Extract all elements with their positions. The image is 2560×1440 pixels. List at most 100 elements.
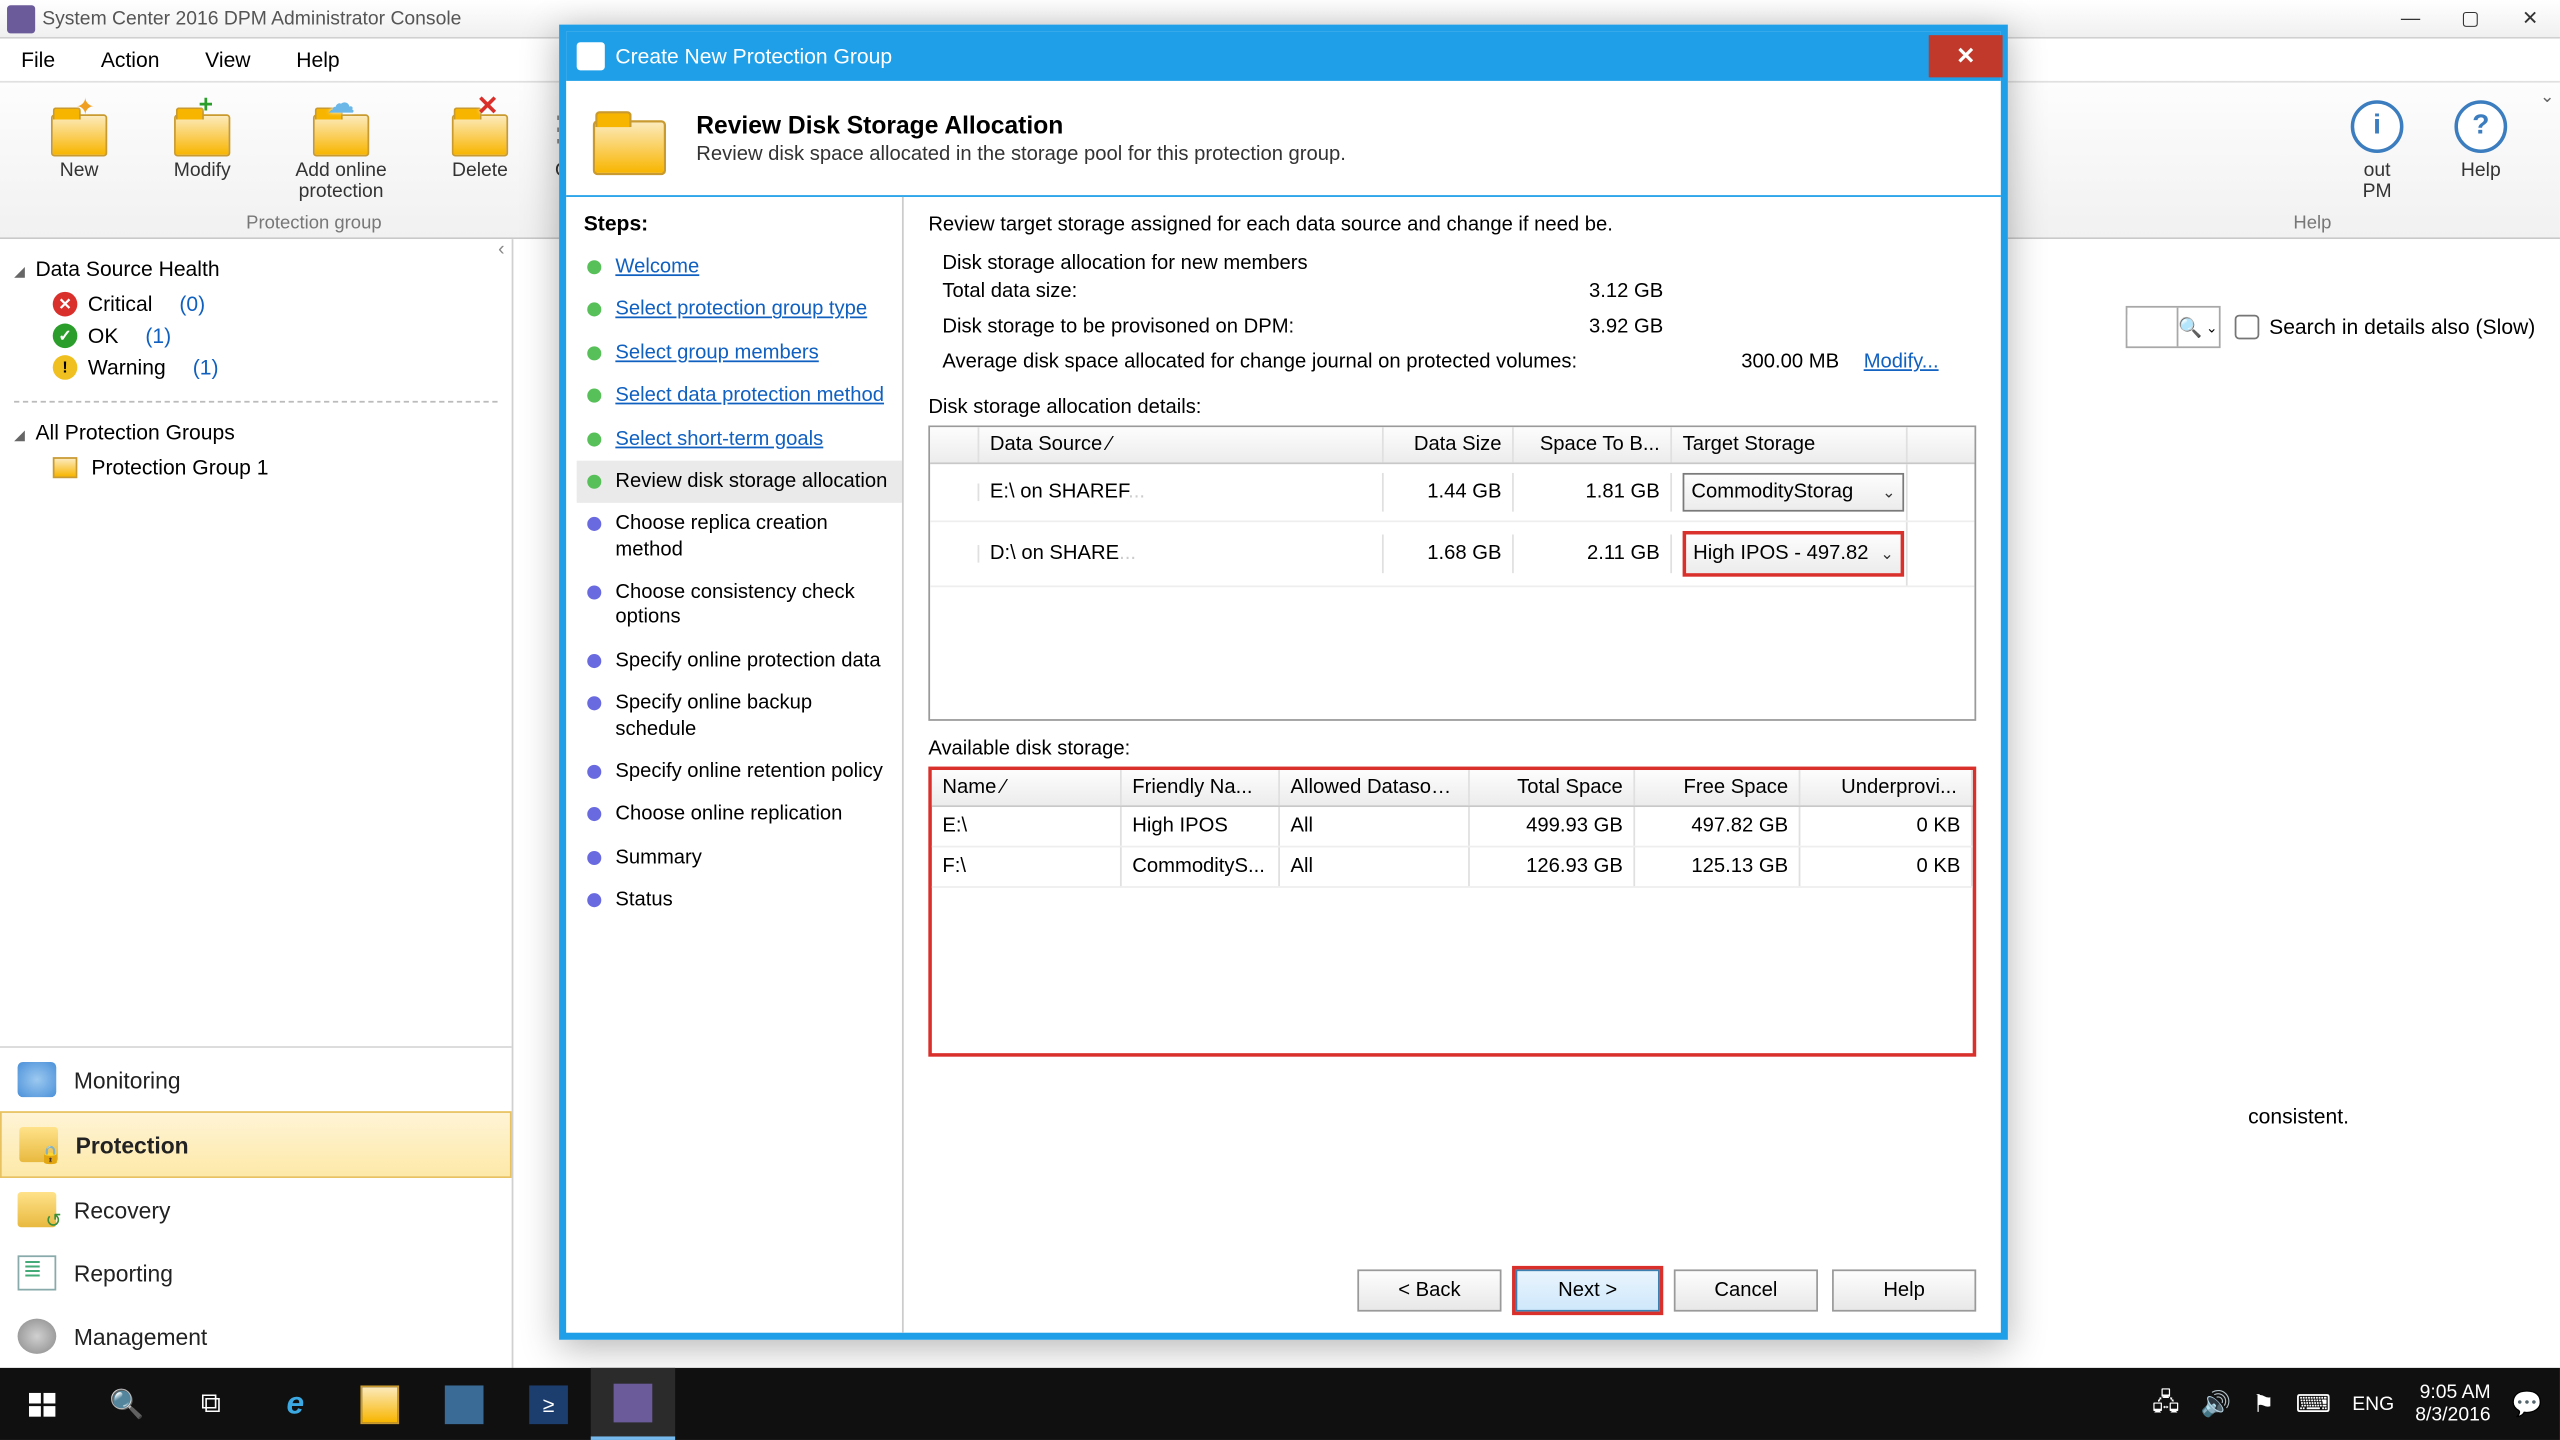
tree-data-source-health[interactable]: Data Source Health (14, 257, 498, 282)
toolbar-delete-button[interactable]: ✕ Delete (418, 90, 541, 181)
back-button[interactable]: < Back (1357, 1269, 1501, 1311)
step-3[interactable]: Select data protection method (577, 375, 902, 418)
modify-link[interactable]: Modify... (1864, 352, 1939, 373)
health-warning-row[interactable]: ! Warning (1) (14, 352, 498, 384)
step-1[interactable]: Select protection group type (577, 289, 902, 332)
toolbar-about-button-cut[interactable]: i out PM (2335, 90, 2419, 203)
nav-management[interactable]: Management (0, 1305, 512, 1368)
start-button[interactable] (0, 1368, 84, 1440)
step-bullet-icon (587, 654, 601, 668)
menu-help[interactable]: Help (289, 44, 346, 76)
tray-volume-icon[interactable]: 🔊 (2201, 1389, 2232, 1419)
x-icon: ✕ (476, 90, 498, 122)
nav-reporting[interactable]: Reporting (0, 1241, 512, 1304)
tray-keyboard-icon[interactable]: ⌨ (2296, 1389, 2332, 1419)
management-icon (18, 1319, 57, 1354)
col-underprov[interactable]: Underprovi... (1800, 770, 1972, 805)
col-target-storage[interactable]: Target Storage (1672, 427, 1908, 462)
powershell-icon: ≥ (529, 1385, 568, 1424)
avail-row-1[interactable]: F:\CommodityS...All126.93 GB125.13 GB0 K… (932, 847, 1973, 887)
row-avg-journal: Average disk space allocated for change … (942, 345, 1976, 380)
star-icon: ✦ (76, 93, 95, 121)
dialog-main: Review target storage assigned for each … (904, 197, 2001, 1333)
health-ok-row[interactable]: ✓ OK (1) (14, 320, 498, 352)
tray-flag-icon[interactable]: ⚑ (2252, 1389, 2274, 1419)
col-blank[interactable] (930, 427, 979, 462)
col-free-space[interactable]: Free Space (1635, 770, 1800, 805)
col-total-space[interactable]: Total Space (1470, 770, 1635, 805)
taskbar-powershell-button[interactable]: ≥ (506, 1368, 590, 1440)
target-storage-select[interactable]: CommodityStorag⌄ (1683, 473, 1905, 512)
toolbar-help-button[interactable]: ? Help (2419, 90, 2542, 203)
step-bullet-icon (587, 260, 601, 274)
taskbar-dpm-button[interactable] (591, 1368, 675, 1440)
info-icon: i (2351, 100, 2404, 153)
details-row-0[interactable]: E:\ on SHAREF...1.44 GB1.81 GBCommodityS… (930, 464, 1974, 522)
col-name[interactable]: Name ⁄ (932, 770, 1122, 805)
tray-clock[interactable]: 9:05 AM8/3/2016 (2415, 1382, 2490, 1426)
taskbar-explorer-button[interactable] (338, 1368, 422, 1440)
cancel-button[interactable]: Cancel (1674, 1269, 1818, 1311)
step-bullet-icon (587, 303, 601, 317)
nav-protection[interactable]: Protection (0, 1111, 512, 1178)
nav-collapse-icon[interactable]: ‹ (498, 239, 504, 260)
protection-group-1[interactable]: Protection Group 1 (14, 452, 498, 484)
folder-icon (593, 119, 666, 174)
nav-monitoring[interactable]: Monitoring (0, 1048, 512, 1111)
chevron-down-icon: ⌄ (1882, 483, 1895, 502)
intro-text: Review target storage assigned for each … (928, 215, 1976, 236)
taskview-icon: ⧉ (201, 1388, 221, 1420)
help-button[interactable]: Help (1832, 1269, 1976, 1311)
nav-recovery[interactable]: Recovery (0, 1178, 512, 1241)
window-minimize-button[interactable]: — (2381, 0, 2441, 38)
col-allowed[interactable]: Allowed Datasou... (1280, 770, 1470, 805)
dialog-close-button[interactable]: ✕ (1929, 34, 2003, 76)
tray-language[interactable]: ENG (2352, 1393, 2394, 1414)
window-title: System Center 2016 DPM Administrator Con… (42, 8, 461, 29)
step-5: Review disk storage allocation (577, 460, 902, 503)
health-critical-row[interactable]: ✕ Critical (0) (14, 288, 498, 320)
toolbar-new-button[interactable]: ✦ New (18, 90, 141, 181)
taskbar-server-manager-button[interactable] (422, 1368, 506, 1440)
tray-network-icon[interactable]: 🖧 (2152, 1383, 2179, 1425)
step-2[interactable]: Select group members (577, 332, 902, 375)
step-4[interactable]: Select short-term goals (577, 418, 902, 461)
step-0[interactable]: Welcome (577, 246, 902, 289)
taskbar-taskview-button[interactable]: ⧉ (169, 1368, 253, 1440)
search-input[interactable] (2127, 315, 2176, 340)
available-storage-grid: Name ⁄ Friendly Na... Allowed Datasou...… (928, 767, 1976, 1057)
menu-view[interactable]: View (198, 44, 257, 76)
dialog-header: Review Disk Storage Allocation Review di… (566, 81, 2001, 197)
window-maximize-button[interactable]: ▢ (2440, 0, 2500, 38)
plus-icon: + (199, 90, 213, 118)
target-storage-select[interactable]: High IPOS - 497.82⌄ (1683, 531, 1905, 577)
search-details-checkbox[interactable]: Search in details also (Slow) (2234, 315, 2535, 340)
menu-action[interactable]: Action (94, 44, 167, 76)
col-data-size[interactable]: Data Size (1384, 427, 1514, 462)
tree-all-protection-groups[interactable]: All Protection Groups (14, 420, 498, 445)
toolbar-modify-button[interactable]: + Modify (141, 90, 264, 181)
taskbar-ie-button[interactable]: e (253, 1368, 337, 1440)
search-icon: 🔍 (109, 1386, 144, 1421)
search-box[interactable]: 🔍⌄ (2125, 306, 2220, 348)
ribbon-collapse-icon[interactable]: ⌄ (2540, 88, 2555, 107)
menu-file[interactable]: File (14, 44, 62, 76)
left-nav: ‹ Data Source Health ✕ Critical (0) ✓ OK… (0, 239, 513, 1368)
chevron-down-icon: ⌄ (1880, 544, 1893, 563)
col-space-to-be[interactable]: Space To B... (1514, 427, 1672, 462)
dialog-titlebar[interactable]: Create New Protection Group ✕ (566, 32, 2001, 81)
toolbar-add-online-button[interactable]: ☁ Add online protection (264, 90, 419, 203)
col-friendly-name[interactable]: Friendly Na... (1122, 770, 1280, 805)
tray-notifications-icon[interactable]: 💬 (2512, 1389, 2543, 1419)
next-button[interactable]: Next > (1516, 1269, 1660, 1311)
details-row-1[interactable]: D:\ on SHARE...1.68 GB2.11 GBHigh IPOS -… (930, 522, 1974, 587)
avail-row-0[interactable]: E:\High IPOSAll499.93 GB497.82 GB0 KB (932, 807, 1973, 847)
col-data-source[interactable]: Data Source ⁄ (979, 427, 1383, 462)
step-bullet-icon (587, 807, 601, 821)
window-close-button[interactable]: ✕ (2500, 0, 2560, 38)
search-button[interactable]: 🔍⌄ (2176, 308, 2218, 347)
step-bullet-icon (587, 893, 601, 907)
stray-text: consistent. (2248, 1104, 2349, 1129)
step-bullet-icon (587, 517, 601, 531)
taskbar-search-button[interactable]: 🔍 (84, 1368, 168, 1440)
